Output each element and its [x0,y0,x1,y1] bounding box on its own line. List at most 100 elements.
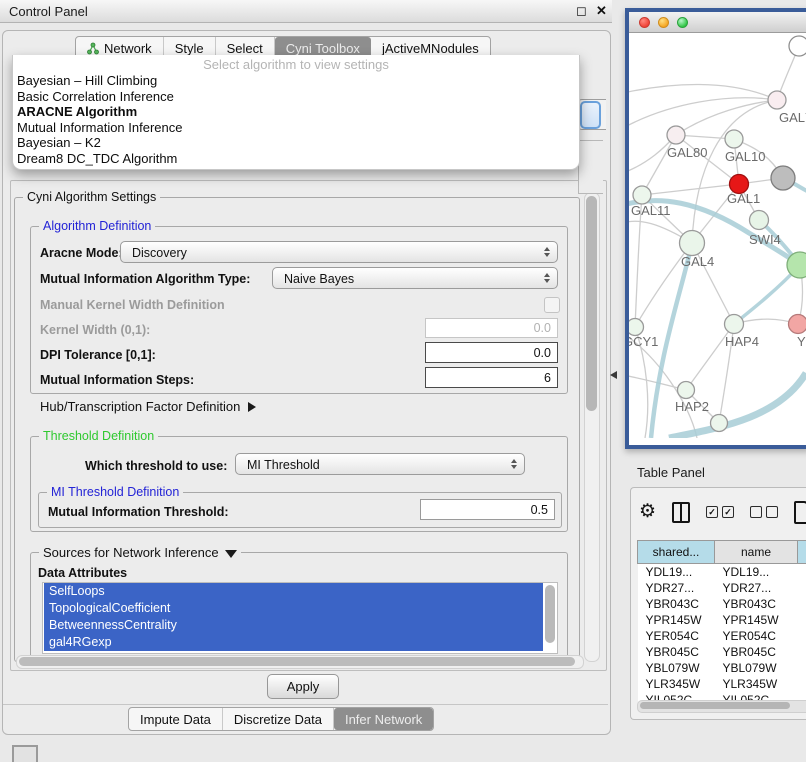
network-node-hap2[interactable] [678,382,695,399]
table-panel: ⚙ ✓✓ shared...name YDL19...YDL19...13YDR… [630,487,806,720]
tab-discretize-data[interactable]: Discretize Data [223,708,334,730]
algorithm-definition-title: Algorithm Definition [39,219,155,233]
table-cell: YDL19... [638,564,715,581]
hub-definition-label: Hub/Transcription Factor Definition [40,399,240,414]
table-row[interactable]: YLR345WYLR345W9. [638,676,806,692]
tab-infer-network[interactable]: Infer Network [334,708,433,730]
table-row[interactable]: YER054CYER054C8. [638,628,806,644]
mi-algorithm-type-select[interactable]: Naive Bayes [272,267,558,289]
dpi-tolerance-field[interactable]: 0.0 [425,342,558,363]
tab-discretize-data-label: Discretize Data [234,712,322,727]
node-label-gal10: GAL10 [725,149,765,164]
table-cell: YDL19... [715,564,798,581]
table-horizontal-scrollbar[interactable] [637,700,806,713]
hub-definition-toggle[interactable]: Hub/Transcription Factor Definition [40,399,256,414]
network-node[interactable] [711,415,728,432]
table-cell: YBR043C [715,596,798,612]
attribute-item-betweennesscentrality[interactable]: BetweennessCentrality [44,617,543,634]
table-row[interactable]: YBL079WYBL079W [638,660,806,676]
table-cell: YER054C [638,628,715,644]
table-body: YDL19...YDL19...13YDR27...YDR27...12YBR0… [638,564,806,709]
table-cell: YPR145W [638,612,715,628]
table-cell: YBR045C [638,644,715,660]
column-header-name[interactable]: name [715,541,798,564]
mouse-cursor [610,371,617,379]
attribute-list-scrollbar[interactable] [545,585,555,643]
select-all-columns-icon[interactable]: ✓✓ [706,506,734,518]
table-cell: YLR345W [638,676,715,692]
table-cell: YER054C [715,628,798,644]
which-threshold-label: Which threshold to use: [85,459,227,473]
mi-steps-field[interactable]: 6 [425,367,558,388]
attribute-item-gal4rgexp[interactable]: gal4RGexp [44,634,543,651]
table-cell [798,660,806,676]
network-node-gal7[interactable] [768,91,786,109]
network-node[interactable] [771,166,795,190]
node-label-hap4: HAP4 [725,334,759,349]
network-node-hap4[interactable] [725,315,744,334]
spinner-arrows-icon [539,244,555,260]
mi-algorithm-type-value: Naive Bayes [284,272,354,286]
cyni-algorithm-settings-title: Cyni Algorithm Settings [23,190,160,204]
algorithm-option-bayesian-hill-climbing[interactable]: Bayesian – Hill Climbing [13,73,579,89]
mi-threshold-field[interactable]: 0.5 [420,499,555,520]
float-panel-icon[interactable]: ◻ [576,3,587,19]
table-horizontal-scrollbar-thumb[interactable] [640,702,790,709]
network-node-gal10[interactable] [725,130,743,148]
table-row[interactable]: YDR27...YDR27...12 [638,580,806,596]
spinner-arrows-icon [506,456,522,472]
apply-button[interactable]: Apply [267,674,339,699]
zoom-window-icon[interactable] [677,17,688,28]
table-row[interactable]: YBR043CYBR043C [638,596,806,612]
data-attributes-list[interactable]: SelfLoopsTopologicalCoefficientBetweenne… [42,582,558,654]
columns-icon[interactable] [672,502,690,523]
attribute-item-selfloops[interactable]: SelfLoops [44,583,543,600]
column-header-cut[interactable] [798,541,806,564]
network-node-gal11[interactable] [633,186,651,204]
which-threshold-select[interactable]: MI Threshold [235,453,525,475]
network-view-window[interactable]: GAL7GAL80GAL10GAL1GAL11SWI4GAL4GCY1HAP4Y… [625,8,806,449]
table-cell: YBL079W [638,660,715,676]
table-panel-toolbar: ⚙ ✓✓ [639,498,806,526]
network-node-y[interactable] [789,315,806,334]
tab-select-label: Select [227,41,263,56]
table-row[interactable]: YDL19...YDL19...13 [638,564,806,581]
aracne-mode-select[interactable]: Discovery [120,241,558,263]
algorithm-option-basic-correlation-inference[interactable]: Basic Correlation Inference [13,89,579,105]
new-table-icon[interactable] [794,501,806,524]
column-header-shared[interactable]: shared... [638,541,715,564]
close-panel-icon[interactable]: ✕ [596,3,607,19]
network-node[interactable] [789,36,806,56]
network-canvas[interactable]: GAL7GAL80GAL10GAL1GAL11SWI4GAL4GCY1HAP4Y… [629,33,806,438]
algorithm-option-mutual-information-inference[interactable]: Mutual Information Inference [13,120,579,136]
algorithm-option-dream8-dc-tdc-algorithm[interactable]: Dream8 DC_TDC Algorithm [13,151,579,167]
node-table: shared...name YDL19...YDL19...13YDR27...… [637,540,806,708]
tab-impute-data[interactable]: Impute Data [129,708,223,730]
network-node-gcy1[interactable] [629,319,644,336]
algorithm-option-aracne-algorithm[interactable]: ARACNE Algorithm [13,104,579,120]
table-cell: YBR043C [638,596,715,612]
collapse-arrow-icon [225,550,237,558]
network-node-gal80[interactable] [667,126,685,144]
network-node-swi4[interactable] [750,211,769,230]
deselect-all-columns-icon[interactable] [750,506,778,518]
algorithm-option-bayesian-k2[interactable]: Bayesian – K2 [13,135,579,151]
node-label-gal7: GAL7 [779,110,806,125]
settings-vertical-scrollbar-thumb[interactable] [586,196,597,411]
network-node-gal4[interactable] [680,231,705,256]
attribute-item-topologicalcoefficient[interactable]: TopologicalCoefficient [44,600,543,617]
table-cell: YBL079W [715,660,798,676]
close-window-icon[interactable] [639,17,650,28]
collapsed-panel-handle[interactable] [12,745,38,762]
table-row[interactable]: YBR045CYBR045C9. [638,644,806,660]
node-label-y: Y [797,334,806,349]
network-node[interactable] [787,252,806,278]
minimize-window-icon[interactable] [658,17,669,28]
manual-kernel-width-checkbox[interactable] [544,297,560,313]
sources-toggle[interactable]: Sources for Network Inference [39,545,241,560]
table-cell: 9. [798,612,806,628]
gear-icon[interactable]: ⚙ [639,502,656,522]
settings-horizontal-scrollbar-thumb[interactable] [19,657,575,666]
table-row[interactable]: YPR145WYPR145W9. [638,612,806,628]
tab-jactivemnodules-label: jActiveMNodules [382,41,479,56]
